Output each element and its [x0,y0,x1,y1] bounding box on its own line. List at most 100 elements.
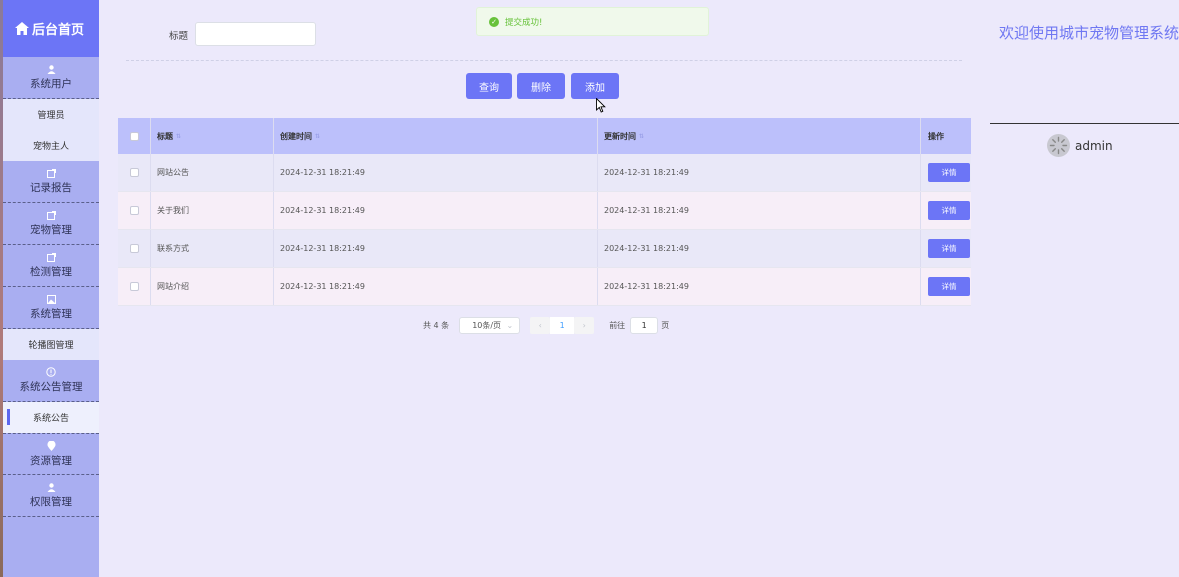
prev-page-button[interactable]: ‹ [530,317,551,334]
divider-line [990,123,1179,124]
table-cell: 2024-12-31 18:21:49 [598,192,921,229]
sub-label: 宠物主人 [32,142,69,152]
table-cell [118,154,151,191]
table-cell: 详情 [921,230,971,267]
toast-message: 提交成功! [505,17,543,28]
detail-button[interactable]: 详情 [928,201,970,220]
total-count: 共 4 条 [423,321,450,330]
delete-button[interactable]: 删除 [517,73,565,99]
menu-system[interactable]: 系统管理 [3,287,99,329]
menu-label: 资源管理 [30,454,72,467]
user-icon [47,64,55,74]
sort-icon[interactable]: ⇅ [639,133,644,140]
edit-icon [46,210,56,220]
page-number-current[interactable]: 1 [550,317,575,334]
table-cell: 网站介绍 [151,268,274,305]
success-toast: ✓ 提交成功! [476,7,709,36]
sidebar-item-announcement[interactable]: 系统公告 [3,402,99,433]
detail-button[interactable]: 详情 [928,163,970,182]
sub-label: 轮播图管理 [28,341,74,351]
edit-icon [46,168,56,178]
page-list: ‹ 1 › [530,317,595,334]
table-cell: 详情 [921,154,971,191]
table-cell: 网站公告 [151,154,274,191]
header-cell[interactable]: 创建时间 ⇅ [274,118,598,154]
page-unit-label: 页 [661,321,670,330]
header-label: 操作 [928,131,944,141]
search-label: 标题 [169,31,189,42]
table-cell: 2024-12-31 18:21:49 [274,192,598,229]
table-cell: 关于我们 [151,192,274,229]
goto-page: 前往 1 页 [609,317,669,334]
row-checkbox[interactable] [129,282,139,291]
table-cell: 联系方式 [151,230,274,267]
table-cell: 2024-12-31 18:21:49 [598,268,921,305]
sidebar-item-pet-owner[interactable]: 宠物主人 [3,130,99,161]
menu-label: 系统公告管理 [19,381,83,393]
table-cell: 2024-12-31 18:21:49 [598,230,921,267]
welcome-title: 欢迎使用城市宠物管理系统 [999,24,1179,42]
menu-system-users[interactable]: 系统用户 [3,57,99,99]
mouse-cursor-icon [596,98,606,113]
picture-icon [46,294,56,304]
sidebar-item-carousel[interactable]: 轮播图管理 [3,329,99,360]
table-cell: 2024-12-31 18:21:49 [598,154,921,191]
home-icon [15,22,29,35]
table-row: 网站公告 2024-12-31 18:21:49 2024-12-31 18:2… [118,154,971,192]
sort-icon[interactable]: ⇅ [315,133,320,140]
table-cell [118,268,151,305]
table-cell [118,230,151,267]
menu-label: 记录报告 [30,181,72,194]
user-info[interactable]: admin [1047,134,1113,157]
row-checkbox[interactable] [129,206,139,215]
table-row: 联系方式 2024-12-31 18:21:49 2024-12-31 18:2… [118,230,971,268]
menu-announcements[interactable]: 系统公告管理 [3,360,99,402]
title-search-input[interactable] [195,22,316,46]
next-page-button[interactable]: › [574,317,595,334]
row-checkbox[interactable] [129,244,139,253]
query-button[interactable]: 查询 [466,73,512,99]
table-row: 网站介绍 2024-12-31 18:21:49 2024-12-31 18:2… [118,268,971,306]
menu-pets[interactable]: 宠物管理 [3,203,99,245]
table-cell: 2024-12-31 18:21:49 [274,154,598,191]
sidebar-item-admin[interactable]: 管理员 [3,99,99,130]
add-button[interactable]: 添加 [571,73,619,99]
announcement-table: 标题 ⇅ 创建时间 ⇅ 更新时间 ⇅ 操作 网站公告 2024-12-31 18:21… [118,118,971,306]
menu-resources[interactable]: 资源管理 [3,433,99,475]
loading-icon [1049,136,1068,155]
menu-detection[interactable]: 检测管理 [3,245,99,287]
page-size-value: 10条/页 [472,321,502,330]
menu-label: 系统管理 [30,307,72,320]
header-cell[interactable]: 标题 ⇅ [151,118,274,154]
header-label: 标题 [157,131,173,141]
header-cell[interactable]: 更新时间 ⇅ [598,118,921,154]
header-label: 更新时间 [604,131,636,141]
goto-page-input[interactable]: 1 [630,317,659,334]
row-checkbox[interactable] [129,168,139,177]
menu-records[interactable]: 记录报告 [3,161,99,203]
sub-label: 管理员 [37,111,65,121]
user-icon [47,482,55,492]
sub-label: 系统公告 [32,414,69,424]
main-content: 标题 ✓ 提交成功! 查询 删除 添加 标题 ⇅ 创建时间 ⇅ 更新时间 ⇅ 操作 网… [99,0,979,577]
check-icon: ✓ [489,16,499,27]
avatar[interactable] [1047,134,1070,157]
location-icon [46,440,56,451]
menu-label: 检测管理 [30,265,72,278]
detail-button[interactable]: 详情 [928,277,970,296]
menu-label: 系统用户 [30,77,72,90]
table-cell: 2024-12-31 18:21:49 [274,230,598,267]
table-header: 标题 ⇅ 创建时间 ⇅ 更新时间 ⇅ 操作 [118,118,971,154]
detail-button[interactable]: 详情 [928,239,970,258]
select-all-checkbox[interactable] [129,131,139,141]
sort-icon[interactable]: ⇅ [176,133,181,140]
page-size-select[interactable]: 10条/页 ⌄ [459,317,521,334]
divider [126,60,962,61]
table-cell: 详情 [921,268,971,305]
username: admin [1075,138,1113,153]
table-cell: 详情 [921,192,971,229]
menu-permissions[interactable]: 权限管理 [3,475,99,517]
header-cell [118,118,151,154]
goto-label: 前往 [609,321,626,330]
home-link[interactable]: 后台首页 [3,0,99,57]
